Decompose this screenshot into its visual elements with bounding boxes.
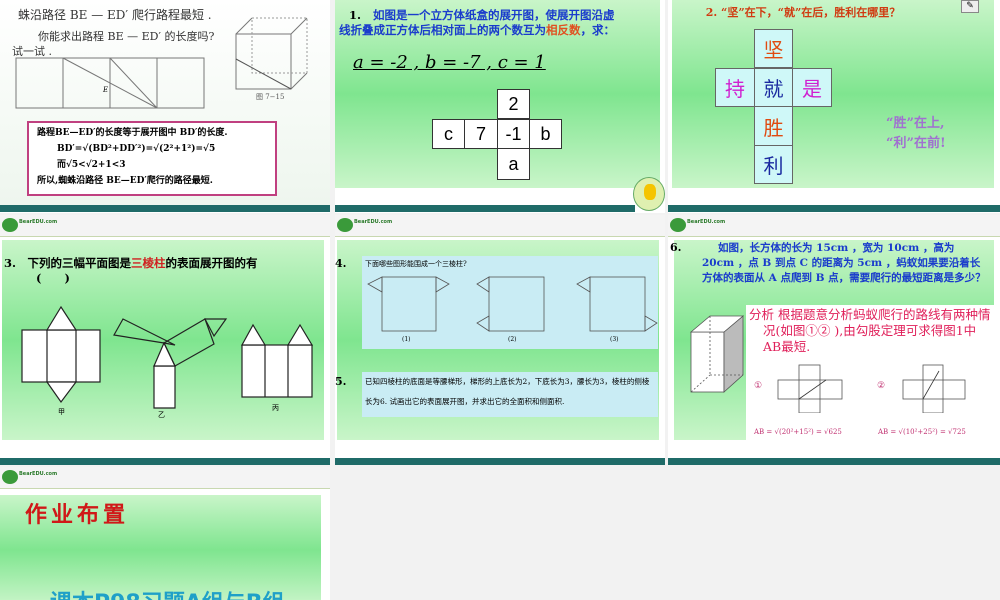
cell-jiu: 就 (754, 68, 793, 107)
hint-text: “胜”在上, “利”在前! (886, 114, 946, 154)
bearedu-logo: BearEDU.com (337, 218, 392, 232)
question-text: 3. 下列的三幅平面图是 (4, 256, 132, 270)
net-cell-7: 7 (464, 119, 498, 149)
solution-box: 路程BE—ED′的长度等于展开图中 BD′的长度. BD′=√(BD²+DD′²… (27, 121, 277, 196)
edit-pencil-icon[interactable]: ✎ (961, 0, 979, 13)
cartoon-mascot-icon (633, 177, 665, 211)
cell-shi: 是 (792, 68, 832, 107)
question-line2: 线折叠成正方体后相对面上的两个数互为 (339, 23, 546, 37)
solution-line: 路程BE—ED′的长度等于展开图中 BD′的长度. (37, 128, 228, 138)
cell-li: 利 (754, 145, 793, 184)
slide-thumbnail-1[interactable]: 蛛沿路径 BE — ED′ 爬行路程最短 . 你能求出路程 BE — ED′ 的… (0, 0, 330, 213)
net-cell-a: a (497, 148, 530, 180)
cell-jian: 坚 (754, 29, 793, 68)
cube-figure (235, 17, 308, 90)
question-line1: 如图是一个立方体纸盒的展开图，使展开图沿虚 (373, 8, 615, 22)
slide-thumbnail-2[interactable]: 1. 如图是一个立方体纸盒的展开图，使展开图沿虚 线折叠成正方体后相对面上的两个数… (335, 0, 665, 213)
equation-1: AB = √(20²+15²) = √625 (754, 428, 842, 436)
q4-number: 4. (335, 257, 347, 270)
q4-nets-figure (367, 276, 658, 332)
slide-thumbnail-5[interactable]: BearEDU.com 4. 下面哪些图形能围成一个三棱柱? (1) (2) (… (335, 215, 665, 465)
label-bing: 丙 (272, 404, 279, 412)
net-cell-top: 2 (497, 89, 530, 119)
net-label-e: E (103, 86, 109, 94)
prism-nets-figure (21, 305, 314, 409)
slide1-line1: 蛛沿路径 BE — ED′ 爬行路程最短 . (18, 8, 212, 22)
bearedu-logo: BearEDU.com (2, 218, 57, 232)
unfolding-diagrams (777, 364, 966, 413)
net-cell-b: b (529, 119, 562, 149)
analysis-panel: 分析 根据题意分析蚂蚁爬行的路线有两种情况(如图①② ),由勾股定理可求得图1中… (746, 305, 996, 440)
slide-thumbnail-3[interactable]: 2. “坚”在下，“就”在后，胜利在哪里？ 坚 持 就 是 胜 利 “胜”在上,… (668, 0, 1000, 213)
slide1-line2: 你能求出路程 BE — ED′ 的长度吗? (38, 30, 215, 43)
answer-blank: ( ) (36, 271, 70, 285)
q6-number: 6. (670, 241, 682, 254)
figure1-label: ① (754, 381, 763, 391)
cell-sheng: 胜 (754, 106, 793, 146)
question-end: 的表面展开图的有 (165, 256, 258, 270)
q4-text: 下面哪些图形能围成一个三棱柱? (365, 260, 467, 268)
cell-chi: 持 (715, 68, 755, 107)
slide-thumbnail-7[interactable]: BearEDU.com 作业布置 课本P98习题A组与B组 (0, 467, 330, 600)
label-yi: 乙 (158, 411, 165, 419)
q6-text: 如图，长方体的长为 15cm ，宽为 10cm ，高为 20cm ，点 B 到点… (702, 242, 986, 284)
highlight-prism: 三棱柱 (131, 256, 166, 270)
hint-line2: “利”在前! (886, 136, 946, 151)
solution-line: 所以,蜘蛛沿路径 BE—ED′爬行的路径最短. (37, 176, 213, 186)
answers: a = -2 , b = -7 , c = 1 (353, 52, 546, 73)
question-end: ，求： (580, 23, 616, 37)
bearedu-logo: BearEDU.com (2, 470, 57, 484)
hint-line1: “胜”在上, (886, 116, 945, 131)
homework-title: 作业布置 (25, 503, 130, 528)
highlight-opposite: 相反数 (546, 23, 581, 37)
option-3-label: (3) (610, 336, 619, 343)
option-1-label: (1) (402, 336, 411, 343)
solution-line: 而√5<√2+1<3 (57, 160, 126, 170)
figure-caption: 图 7−15 (256, 93, 285, 101)
bearedu-logo: BearEDU.com (670, 218, 725, 232)
question-number: 1. (349, 8, 362, 22)
q5-text: 已知四棱柱的底面是等腰梯形，梯形的上底长为2，下底长为3，腰长为3，棱柱的侧棱长… (362, 372, 658, 417)
option-2-label: (2) (508, 336, 517, 343)
slide-thumbnail-6[interactable]: BearEDU.com 6. 如图，长方体的长为 15cm ，宽为 10cm ，… (668, 215, 1000, 465)
equation-2: AB = √(10²+25²) = √725 (878, 428, 966, 436)
net-cell-center: -1 (497, 119, 530, 149)
label-jia: 甲 (58, 408, 65, 416)
slide-thumbnail-4[interactable]: BearEDU.com 3. 下列的三幅平面图是三棱柱的表面展开图的有 ( ) … (0, 215, 330, 465)
q5-number: 5. (335, 375, 347, 388)
slide3-question: 2. “坚”在下，“就”在后，胜利在哪里？ (705, 6, 901, 19)
homework-body: 课本P98习题A组与B组 (50, 585, 285, 600)
q4-panel: 下面哪些图形能围成一个三棱柱? (1) (2) (3) (362, 256, 658, 349)
analysis-text: 分析 根据题意分析蚂蚁爬行的路线有两种情况(如图①② ),由勾股定理可求得图1中… (749, 307, 991, 354)
net-cell-c: c (432, 119, 465, 149)
solution-line: BD′=√(BD²+DD′²)=√(2²+1²)=√5 (57, 144, 216, 154)
cuboid-figure (689, 315, 745, 393)
unfolded-net-figure (15, 57, 205, 109)
